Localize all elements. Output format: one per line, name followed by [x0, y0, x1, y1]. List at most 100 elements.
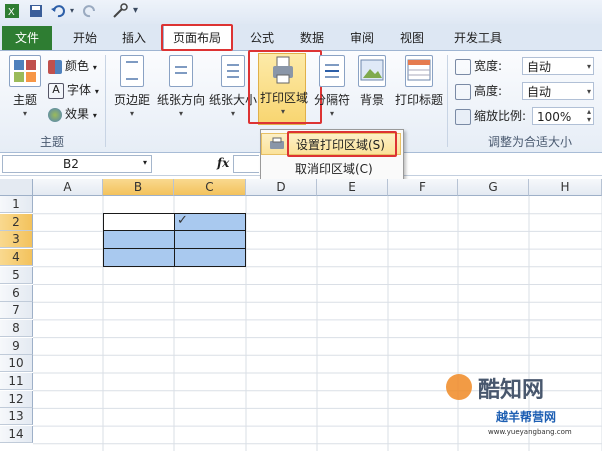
set-print-area-item[interactable]: 设置打印区域(S): [261, 133, 401, 155]
select-all-corner[interactable]: [0, 179, 33, 196]
chevron-down-icon[interactable]: ▾: [143, 158, 147, 167]
chevron-down-icon: ▾: [92, 111, 97, 120]
row-header-11[interactable]: 11: [0, 373, 33, 390]
theme-effects-button[interactable]: 效果 ▾: [48, 103, 97, 125]
row-header-3[interactable]: 3: [0, 231, 33, 249]
theme-colors-label: 颜色: [65, 59, 90, 73]
orientation-icon: [169, 55, 193, 87]
row-header-12[interactable]: 12: [0, 390, 33, 408]
column-header-c[interactable]: C: [174, 179, 246, 196]
tab-review[interactable]: 审阅: [338, 28, 386, 48]
print-area-button[interactable]: 打印区域 ▾: [260, 55, 309, 116]
orientation-button[interactable]: 纸张方向 ▾: [156, 55, 206, 118]
themes-button[interactable]: 主题 ▾: [3, 55, 47, 118]
cell-border: [103, 248, 246, 249]
width-row: 宽度:: [455, 55, 502, 77]
watermark-url: www.yueyangbang.com: [488, 428, 572, 436]
undo-icon[interactable]: [50, 3, 66, 19]
scale-spinner[interactable]: 100% ▴ ▾: [532, 107, 594, 125]
breaks-button[interactable]: 分隔符 ▾: [312, 55, 352, 118]
tab-view[interactable]: 视图: [388, 28, 436, 48]
group-divider: [105, 55, 106, 147]
printer-icon: [271, 55, 295, 85]
column-header-h[interactable]: H: [529, 179, 602, 196]
formula-input[interactable]: [233, 155, 259, 173]
theme-colors-button[interactable]: 颜色 ▾: [48, 55, 97, 77]
scale-icon: [455, 108, 471, 125]
row-header-6[interactable]: 6: [0, 284, 33, 302]
name-box[interactable]: B2 ▾: [2, 155, 152, 173]
quick-access-toolbar: X ▾ ▾: [0, 0, 602, 25]
set-print-area-icon: [268, 137, 286, 160]
chevron-down-icon: ▾: [280, 107, 285, 116]
watermark-brand: 酷知网: [478, 378, 545, 403]
tab-developer[interactable]: 开发工具: [443, 28, 513, 48]
row-header-4[interactable]: 4: [0, 249, 33, 267]
tab-home[interactable]: 开始: [60, 28, 110, 48]
row-header-8[interactable]: 8: [0, 319, 33, 337]
print-titles-label: 打印标题: [394, 93, 443, 107]
theme-fonts-button[interactable]: A 字体 ▾: [48, 79, 99, 101]
print-area-label: 打印区域: [260, 91, 309, 105]
column-header-f[interactable]: F: [388, 179, 458, 196]
redo-icon[interactable]: [82, 3, 98, 19]
scale-value: 100%: [537, 110, 572, 124]
spinner-arrows-icon[interactable]: ▴ ▾: [587, 108, 591, 124]
margins-label: 页边距: [113, 93, 150, 107]
scale-label: 缩放比例:: [474, 109, 527, 123]
print-titles-button[interactable]: 打印标题: [394, 55, 444, 108]
fonts-icon: A: [48, 82, 64, 99]
chevron-down-icon: ▾: [230, 109, 235, 118]
print-titles-icon: [405, 55, 433, 87]
size-button[interactable]: 纸张大小 ▾: [208, 55, 258, 118]
tab-insert[interactable]: 插入: [110, 28, 158, 48]
svg-text:X: X: [8, 7, 15, 18]
chevron-down-icon: ▾: [94, 87, 99, 96]
margins-button[interactable]: 页边距 ▾: [110, 55, 154, 118]
customize-qat-icon[interactable]: ▾: [133, 3, 138, 19]
theme-group-label: 主题: [39, 135, 64, 149]
scale-row: 缩放比例:: [455, 105, 526, 127]
excel-logo-icon: X: [4, 3, 20, 19]
width-select[interactable]: 自动 ▾: [522, 57, 594, 75]
save-icon[interactable]: [28, 3, 44, 19]
undo-dropdown-icon[interactable]: ▾: [70, 3, 74, 19]
background-label: 背景: [359, 93, 384, 107]
chevron-down-icon: ▾: [586, 87, 591, 96]
tab-file[interactable]: 文件: [2, 26, 52, 50]
tools-icon[interactable]: [112, 3, 130, 19]
tab-data[interactable]: 数据: [288, 28, 336, 48]
cell-border: [103, 230, 246, 231]
active-cell[interactable]: [104, 214, 174, 230]
print-area-menu: 设置打印区域(S) 取消印区域(C): [260, 129, 404, 183]
column-header-d[interactable]: D: [246, 179, 317, 196]
row-header-9[interactable]: 9: [0, 337, 33, 355]
height-row: 高度:: [455, 80, 502, 102]
background-button[interactable]: 背景: [354, 55, 390, 108]
row-header-10[interactable]: 10: [0, 355, 33, 373]
chevron-down-icon: ▾: [329, 109, 334, 118]
column-header-a[interactable]: A: [33, 179, 103, 196]
clear-print-area-item[interactable]: 取消印区域(C): [261, 158, 401, 180]
tab-formulas[interactable]: 公式: [238, 28, 286, 48]
name-box-value: B2: [63, 157, 79, 171]
row-header-13[interactable]: 13: [0, 408, 33, 426]
row-header-7[interactable]: 7: [0, 302, 33, 320]
themes-icon: [9, 55, 41, 87]
row-header-14[interactable]: 14: [0, 426, 33, 444]
chevron-down-icon: ▾: [129, 109, 134, 118]
row-header-5[interactable]: 5: [0, 266, 33, 284]
height-label: 高度:: [474, 84, 503, 98]
column-header-e[interactable]: E: [317, 179, 388, 196]
width-icon: [455, 58, 471, 75]
column-header-b[interactable]: B: [103, 179, 174, 196]
insert-function-icon[interactable]: fx: [217, 156, 229, 170]
row-header-1[interactable]: 1: [0, 196, 33, 213]
column-header-g[interactable]: G: [458, 179, 529, 196]
themes-dropdown-icon: ▾: [22, 109, 27, 118]
breaks-label: 分隔符: [313, 93, 350, 107]
cursor-icon: ✓: [177, 213, 188, 228]
tab-page-layout[interactable]: 页面布局: [163, 28, 231, 48]
row-header-2[interactable]: 2: [0, 213, 33, 231]
height-select[interactable]: 自动 ▾: [522, 82, 594, 100]
